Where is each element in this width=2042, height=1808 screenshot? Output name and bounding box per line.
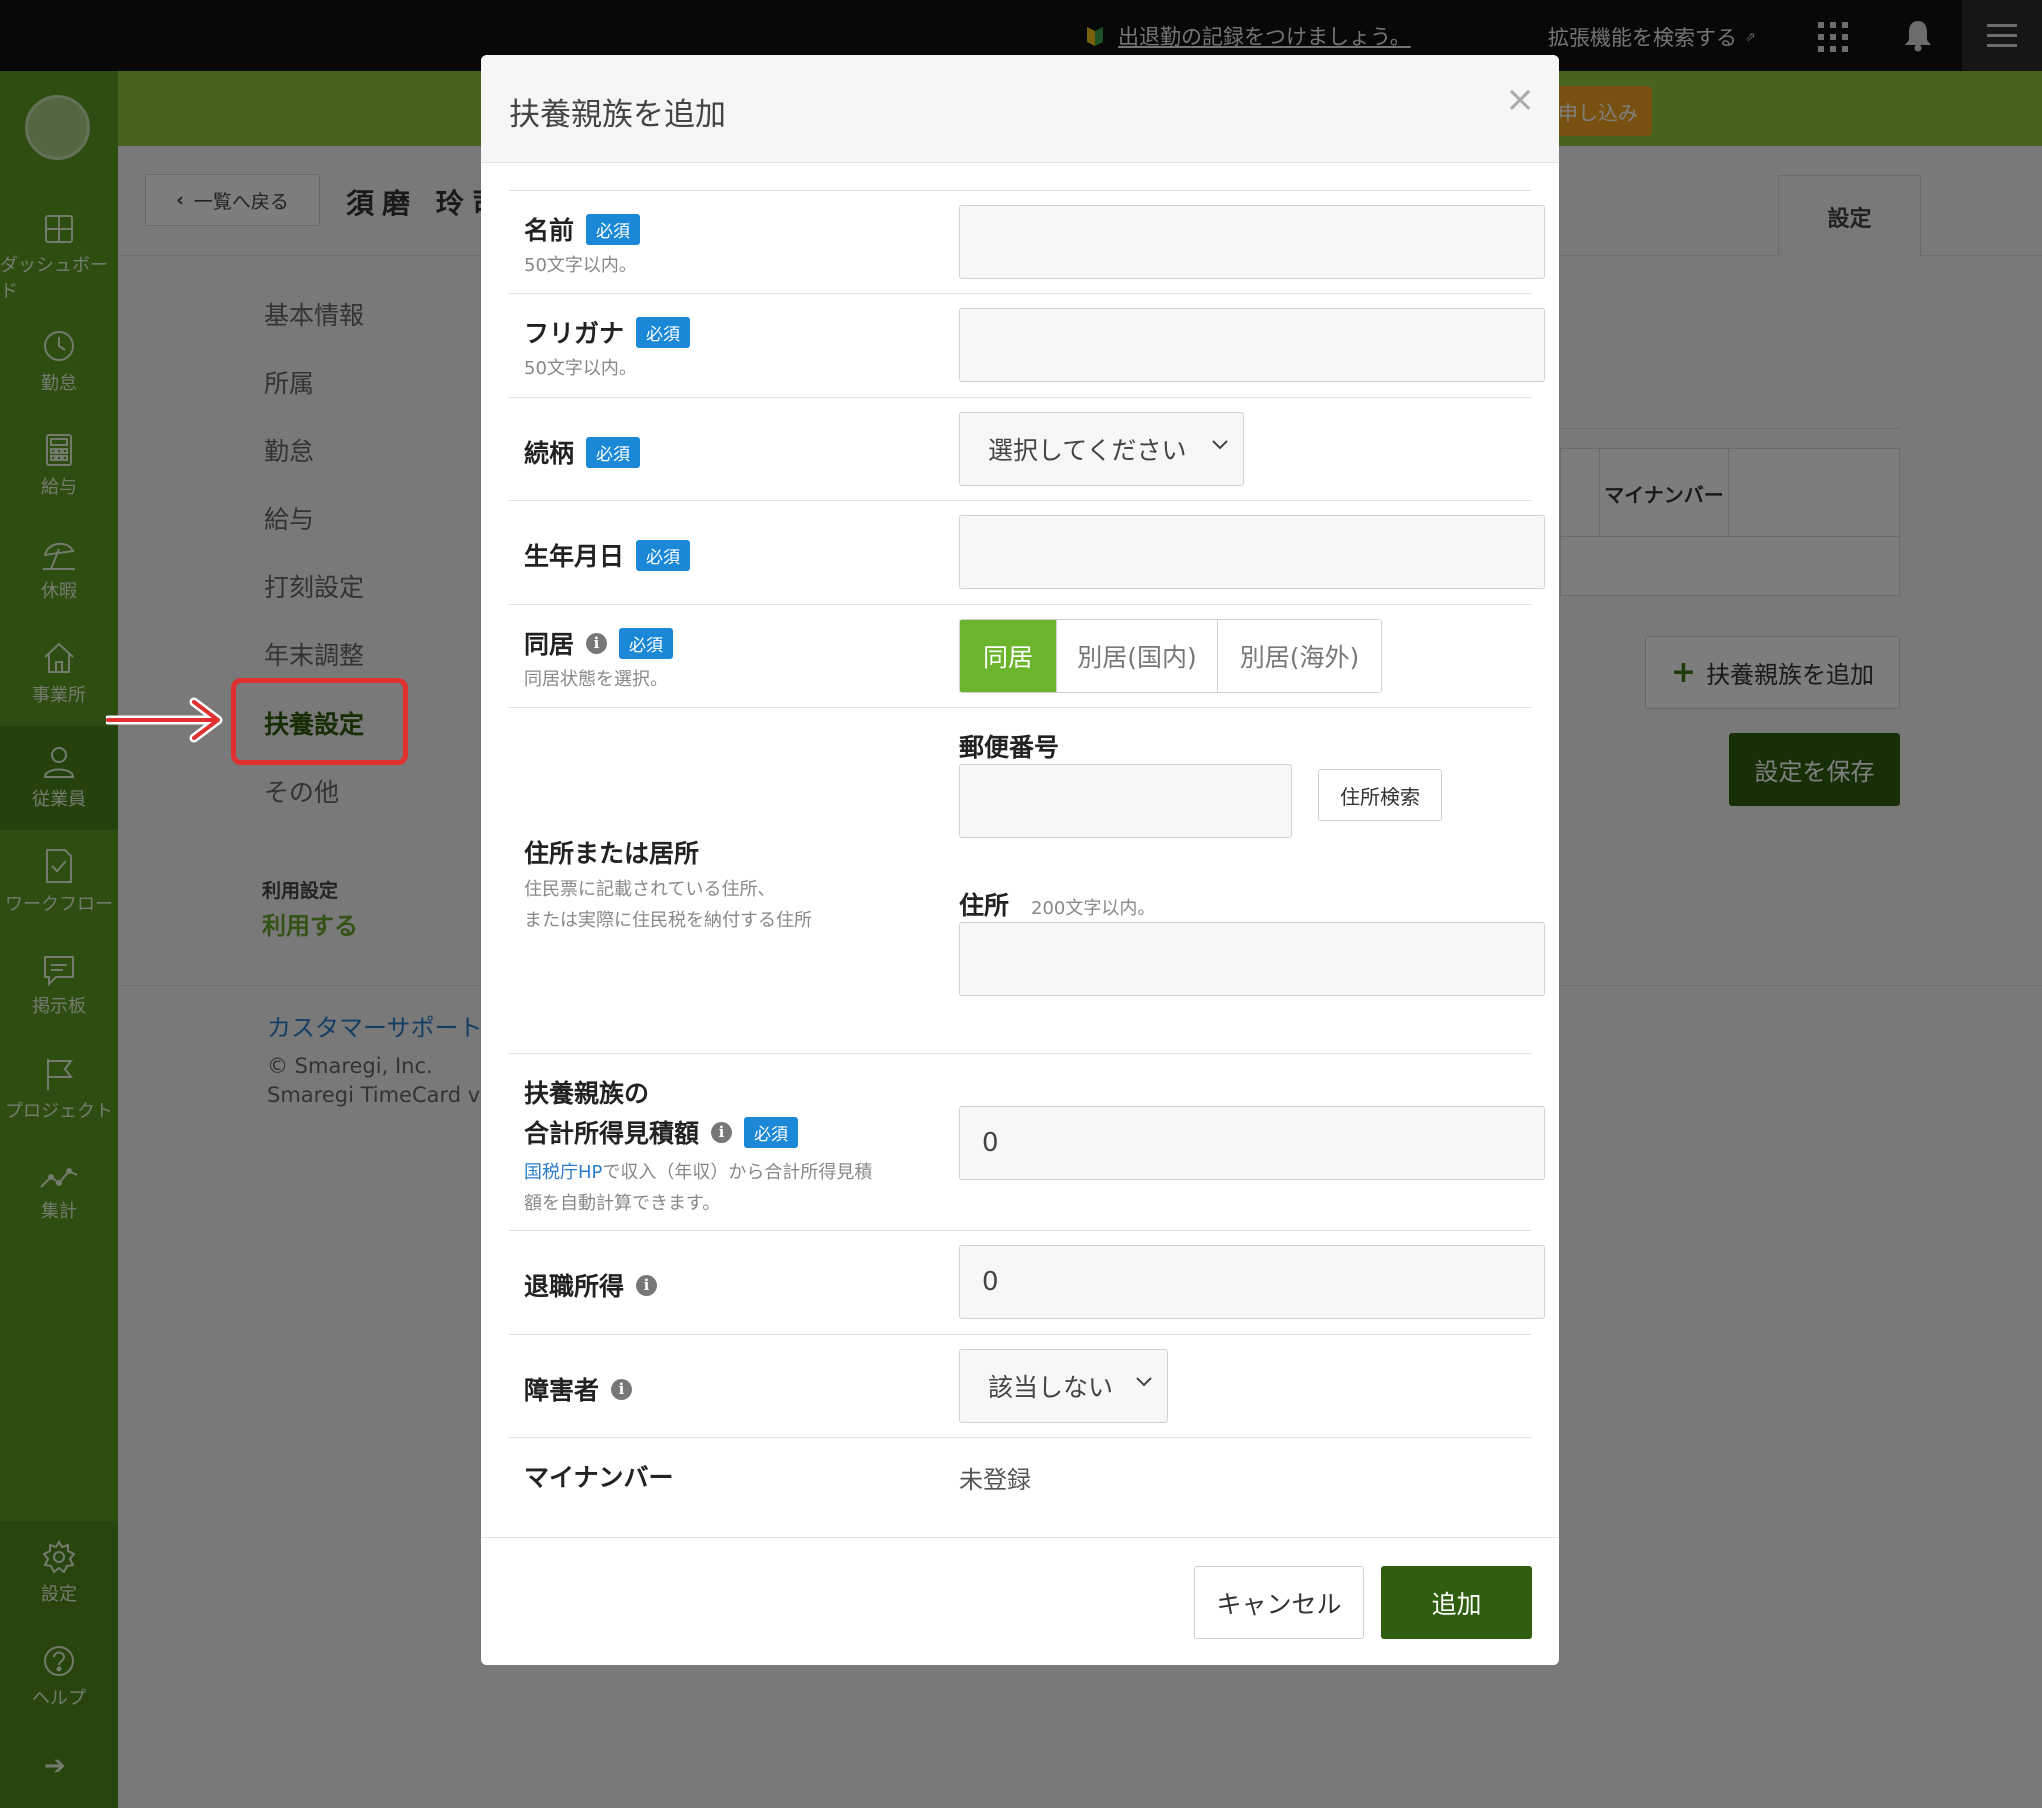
required-badge: 必須 — [619, 627, 674, 659]
address-label: 住所または居所 — [524, 839, 700, 868]
mynumber-row: マイナンバー 未登録 — [508, 1437, 1532, 1517]
name-input[interactable] — [959, 205, 1545, 279]
cohabit-label: 同居 i 必須 — [524, 625, 674, 661]
cohabit-option-overseas[interactable]: 別居(海外) — [1217, 620, 1381, 692]
cohabit-label-text: 同居 — [524, 630, 575, 659]
kana-label: フリガナ 必須 — [524, 314, 691, 350]
info-icon[interactable]: i — [711, 1121, 733, 1143]
address-row: 住所または居所 住民票に記載されている住所、 または実際に住民税を納付する住所 … — [508, 707, 1545, 1053]
required-badge: 必須 — [586, 213, 641, 245]
relation-label: 続柄 必須 — [524, 434, 641, 470]
mynumber-label: マイナンバー — [524, 1463, 674, 1492]
cohabit-option-together[interactable]: 同居 — [960, 620, 1056, 692]
relation-select[interactable]: 選択してください — [959, 412, 1244, 486]
disability-select[interactable]: 該当しない — [959, 1349, 1168, 1423]
modal-header: 扶養親族を追加 × — [481, 55, 1559, 163]
close-icon[interactable]: × — [1505, 79, 1535, 120]
kana-row: フリガナ 必須 50文字以内。 — [508, 293, 1545, 397]
required-badge: 必須 — [744, 1116, 799, 1148]
birthdate-input[interactable] — [959, 515, 1545, 589]
address-hint-2: または実際に住民税を納付する住所 — [524, 910, 812, 931]
address-search-button[interactable]: 住所検索 — [1318, 769, 1442, 821]
red-arrow-icon — [106, 697, 223, 743]
income-hint-text: で収入（年収）から合計所得見積 — [602, 1162, 873, 1183]
disability-selected: 該当しない — [988, 1373, 1114, 1402]
retirement-label-text: 退職所得 — [524, 1272, 625, 1301]
cancel-button[interactable]: キャンセル — [1194, 1566, 1364, 1639]
income-hint-line1: 国税庁HPで収入（年収）から合計所得見積 — [524, 1158, 872, 1184]
address-field-hint: 200文字以内。 — [1031, 898, 1156, 919]
address-hint-1: 住民票に記載されている住所、 — [524, 879, 776, 900]
address-field-label: 住所 — [959, 891, 1010, 920]
info-icon[interactable]: i — [611, 1378, 633, 1400]
retirement-label: 退職所得 i — [524, 1267, 658, 1303]
add-dependent-modal: 扶養親族を追加 × 名前 必須 50文字以内。 フリガナ 必須 50文字以内。 … — [481, 55, 1559, 1665]
disability-label: 障害者 i — [524, 1371, 633, 1407]
required-badge: 必須 — [636, 316, 691, 348]
info-icon[interactable]: i — [586, 632, 608, 654]
kana-input[interactable] — [959, 308, 1545, 382]
cohabit-toggle: 同居 別居(国内) 別居(海外) — [959, 619, 1382, 693]
birthdate-label-text: 生年月日 — [524, 542, 625, 571]
birthdate-row: 生年月日 必須 — [508, 500, 1545, 604]
cohabit-option-domestic[interactable]: 別居(国内) — [1056, 620, 1217, 692]
add-button[interactable]: 追加 — [1381, 1566, 1532, 1639]
modal-title: 扶養親族を追加 — [509, 97, 726, 133]
name-hint: 50文字以内。 — [524, 255, 637, 276]
relation-selected: 選択してください — [988, 436, 1187, 465]
income-label-line1: 扶養親族の — [524, 1079, 650, 1108]
income-label: 合計所得見積額 i 必須 — [524, 1114, 799, 1150]
required-badge: 必須 — [636, 539, 691, 571]
income-input[interactable]: 0 — [959, 1106, 1545, 1180]
postal-code-input[interactable] — [959, 764, 1292, 838]
relation-row: 続柄 必須 選択してください — [508, 397, 1532, 500]
info-icon[interactable]: i — [636, 1274, 658, 1296]
chevron-down-icon — [1136, 1377, 1152, 1387]
required-badge: 必須 — [586, 436, 641, 468]
name-label-text: 名前 — [524, 216, 575, 245]
mynumber-value: 未登録 — [959, 1466, 1031, 1494]
retirement-row: 退職所得 i 0 — [508, 1230, 1545, 1334]
disability-label-text: 障害者 — [524, 1376, 600, 1405]
nta-website-link[interactable]: 国税庁HP — [524, 1162, 602, 1183]
highlight-box — [231, 678, 408, 765]
address-input[interactable] — [959, 922, 1545, 996]
postal-code-label: 郵便番号 — [959, 733, 1060, 762]
modal-footer: キャンセル 追加 — [481, 1537, 1559, 1665]
income-hint-line2: 額を自動計算できます。 — [524, 1193, 721, 1214]
cohabit-hint: 同居状態を選択。 — [524, 669, 668, 690]
disability-row: 障害者 i 該当しない — [508, 1334, 1532, 1437]
relation-label-text: 続柄 — [524, 439, 575, 468]
address-sublabel: 住所 200文字以内。 — [959, 886, 1155, 922]
name-label: 名前 必須 — [524, 211, 641, 247]
cohabit-row: 同居 i 必須 同居状態を選択。 同居 別居(国内) 別居(海外) — [508, 604, 1532, 707]
income-row: 扶養親族の 合計所得見積額 i 必須 国税庁HPで収入（年収）から合計所得見積 … — [508, 1053, 1545, 1230]
name-row: 名前 必須 50文字以内。 — [508, 190, 1545, 293]
kana-label-text: フリガナ — [524, 319, 625, 348]
retirement-income-input[interactable]: 0 — [959, 1245, 1545, 1319]
income-label-text: 合計所得見積額 — [524, 1119, 700, 1148]
chevron-down-icon — [1212, 440, 1228, 450]
kana-hint: 50文字以内。 — [524, 358, 637, 379]
birthdate-label: 生年月日 必須 — [524, 537, 691, 573]
